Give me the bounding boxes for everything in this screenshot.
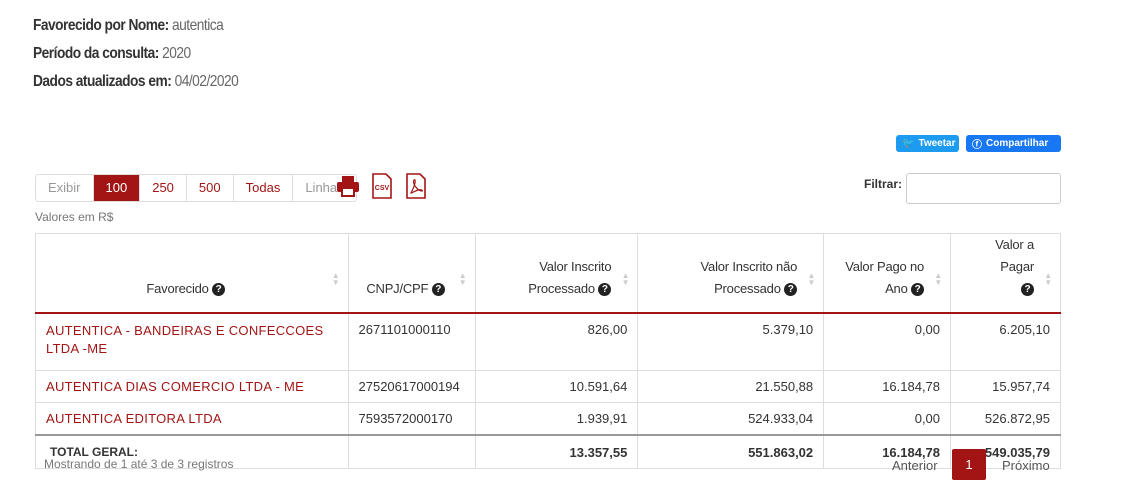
- length-all-button[interactable]: Todas: [234, 175, 294, 201]
- col-inscrito-nao-processado[interactable]: Valor Inscrito não Processado ? ▲ ▼: [637, 233, 825, 314]
- help-icon[interactable]: ?: [784, 283, 798, 297]
- facebook-icon: ⓕ: [972, 140, 982, 151]
- tweet-button[interactable]: 🐦 Tweetar: [896, 135, 959, 152]
- favorecido-value: autentica: [172, 17, 224, 34]
- col-label-line2: Processado: [528, 281, 595, 296]
- col-a-pagar[interactable]: Valor a Pagar? ▲ ▼: [950, 233, 1061, 314]
- value-cell: 1.939,91: [474, 402, 639, 436]
- sort-icon: ▲ ▼: [807, 271, 816, 287]
- col-favorecido-label: Favorecido: [146, 281, 209, 296]
- length-100-button[interactable]: 100: [93, 175, 141, 201]
- value-cell: 0,00: [823, 312, 952, 371]
- value-cell: 526.872,95: [950, 402, 1061, 436]
- table-row: AUTENTICA DIAS COMERCIO LTDA - ME 275206…: [35, 370, 1061, 403]
- dados-value: 04/02/2020: [174, 73, 239, 90]
- sort-icon: ▲ ▼: [1044, 271, 1052, 287]
- sort-icon: ▲ ▼: [458, 271, 467, 287]
- col-inscrito-processado[interactable]: Valor Inscrito Processado ? ▲ ▼: [474, 233, 639, 314]
- page-length-selector: Exibir 100 250 500 Todas Linhas: [35, 174, 357, 202]
- records-info: Mostrando de 1 até 3 de 3 registros: [44, 457, 234, 471]
- periodo-line: Período da consulta: 2020: [33, 45, 191, 63]
- value-cell: 826,00: [474, 312, 639, 371]
- help-icon[interactable]: ?: [911, 283, 925, 297]
- dados-label: Dados atualizados em:: [33, 73, 172, 90]
- col-label-line1: Valor Pago no: [845, 259, 925, 274]
- favorecido-link[interactable]: AUTENTICA - BANDEIRAS E CONFECCOES LTDA …: [35, 312, 349, 371]
- value-cell: 0,00: [823, 402, 952, 436]
- col-favorecido[interactable]: Favorecido ? ▲ ▼: [35, 233, 349, 314]
- col-pago-ano[interactable]: Valor Pago no Ano ? ▲ ▼: [823, 233, 952, 314]
- length-250-button[interactable]: 250: [140, 175, 187, 201]
- value-cell: 524.933,04: [637, 402, 825, 436]
- page-1-button[interactable]: 1: [952, 449, 986, 480]
- twitter-icon: 🐦: [902, 138, 915, 149]
- periodo-value: 2020: [162, 45, 191, 62]
- total-cell: 551.863,02: [637, 434, 825, 469]
- help-icon[interactable]: ?: [431, 283, 445, 297]
- help-icon[interactable]: ?: [212, 283, 226, 297]
- filter-input[interactable]: [906, 173, 1061, 204]
- favorecido-link[interactable]: AUTENTICA EDITORA LTDA: [35, 402, 349, 436]
- length-500-button[interactable]: 500: [187, 175, 234, 201]
- prev-page-button[interactable]: Anterior: [892, 458, 938, 473]
- total-cell: [347, 434, 476, 469]
- value-cell: 15.957,74: [950, 370, 1061, 403]
- col-label-line2: Processado: [714, 281, 781, 296]
- col-label-line2: Ano: [885, 281, 908, 296]
- sort-icon: ▲ ▼: [331, 271, 340, 287]
- sort-icon: ▲ ▼: [934, 271, 943, 287]
- favorecido-link[interactable]: AUTENTICA DIAS COMERCIO LTDA - ME: [35, 370, 349, 403]
- table-row: AUTENTICA - BANDEIRAS E CONFECCOES LTDA …: [35, 312, 1061, 371]
- export-buttons: CSV: [336, 173, 428, 199]
- share-button[interactable]: ⓕ Compartilhar: [966, 135, 1061, 152]
- data-table: Favorecido ? ▲ ▼ CNPJ/CPF ? ▲ ▼ Valor Inscri…: [35, 233, 1061, 469]
- cnpj-cell: 27520617000194: [347, 370, 476, 403]
- help-icon[interactable]: ?: [1021, 283, 1034, 297]
- value-cell: 6.205,10: [950, 312, 1061, 371]
- total-cell: 13.357,55: [474, 434, 639, 469]
- table-row: AUTENTICA EDITORA LTDA 7593572000170 1.9…: [35, 402, 1061, 436]
- periodo-label: Período da consulta:: [33, 45, 159, 62]
- cnpj-cell: 7593572000170: [347, 402, 476, 436]
- exibir-label: Exibir: [36, 175, 94, 201]
- filter-label: Filtrar:: [864, 177, 903, 191]
- col-label-line1: Valor Inscrito: [539, 259, 612, 274]
- col-label-line1: Valor a Pagar: [995, 237, 1034, 274]
- svg-text:CSV: CSV: [375, 185, 390, 192]
- pdf-icon[interactable]: [404, 173, 428, 199]
- valores-note: Valores em R$: [35, 210, 114, 224]
- help-icon[interactable]: ?: [598, 283, 612, 297]
- favorecido-label: Favorecido por Nome:: [33, 17, 169, 34]
- share-label: Compartilhar: [986, 138, 1049, 149]
- printer-icon[interactable]: [336, 173, 360, 199]
- col-cnpj-label: CNPJ/CPF: [366, 281, 429, 296]
- favorecido-line: Favorecido por Nome: autentica: [33, 17, 224, 35]
- csv-icon[interactable]: CSV: [370, 173, 394, 199]
- value-cell: 21.550,88: [637, 370, 825, 403]
- tweet-label: Tweetar: [918, 138, 956, 149]
- next-page-button[interactable]: Próximo: [1002, 458, 1050, 473]
- dados-line: Dados atualizados em: 04/02/2020: [33, 73, 239, 91]
- sort-icon: ▲ ▼: [621, 271, 630, 287]
- cnpj-cell: 2671101000110: [347, 312, 476, 371]
- col-cnpj[interactable]: CNPJ/CPF ? ▲ ▼: [347, 233, 476, 314]
- value-cell: 5.379,10: [637, 312, 825, 371]
- col-label-line1: Valor Inscrito não: [700, 259, 798, 274]
- value-cell: 16.184,78: [823, 370, 952, 403]
- value-cell: 10.591,64: [474, 370, 639, 403]
